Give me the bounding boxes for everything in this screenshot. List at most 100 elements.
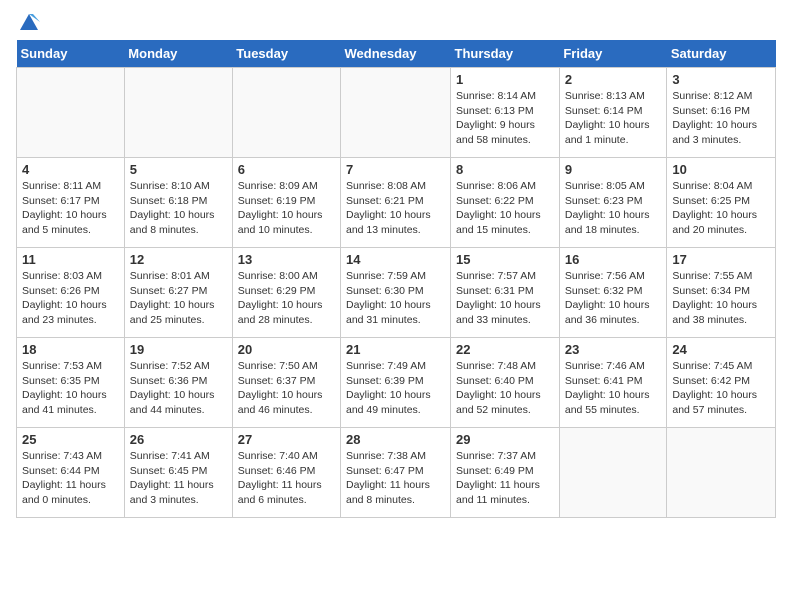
- col-header-monday: Monday: [124, 40, 232, 68]
- day-number: 4: [22, 162, 119, 177]
- day-info: Sunrise: 8:09 AMSunset: 6:19 PMDaylight:…: [238, 179, 335, 238]
- day-number: 9: [565, 162, 662, 177]
- day-info: Sunrise: 8:01 AMSunset: 6:27 PMDaylight:…: [130, 269, 227, 328]
- day-number: 28: [346, 432, 445, 447]
- day-cell: 15 Sunrise: 7:57 AMSunset: 6:31 PMDayligh…: [451, 248, 560, 338]
- week-row-4: 18 Sunrise: 7:53 AMSunset: 6:35 PMDayligh…: [17, 338, 776, 428]
- day-cell: [667, 428, 776, 518]
- day-cell: [341, 68, 451, 158]
- day-info: Sunrise: 8:03 AMSunset: 6:26 PMDaylight:…: [22, 269, 119, 328]
- week-row-1: 1 Sunrise: 8:14 AMSunset: 6:13 PMDaylight…: [17, 68, 776, 158]
- day-number: 1: [456, 72, 554, 87]
- day-cell: 17 Sunrise: 7:55 AMSunset: 6:34 PMDayligh…: [667, 248, 776, 338]
- day-cell: 12 Sunrise: 8:01 AMSunset: 6:27 PMDayligh…: [124, 248, 232, 338]
- day-number: 25: [22, 432, 119, 447]
- day-info: Sunrise: 8:10 AMSunset: 6:18 PMDaylight:…: [130, 179, 227, 238]
- day-cell: 28 Sunrise: 7:38 AMSunset: 6:47 PMDayligh…: [341, 428, 451, 518]
- day-number: 3: [672, 72, 770, 87]
- day-number: 2: [565, 72, 662, 87]
- day-info: Sunrise: 7:52 AMSunset: 6:36 PMDaylight:…: [130, 359, 227, 418]
- day-cell: 1 Sunrise: 8:14 AMSunset: 6:13 PMDaylight…: [451, 68, 560, 158]
- day-number: 15: [456, 252, 554, 267]
- day-number: 8: [456, 162, 554, 177]
- day-cell: 2 Sunrise: 8:13 AMSunset: 6:14 PMDaylight…: [559, 68, 667, 158]
- day-cell: 24 Sunrise: 7:45 AMSunset: 6:42 PMDayligh…: [667, 338, 776, 428]
- logo-icon: [18, 12, 40, 34]
- day-number: 12: [130, 252, 227, 267]
- day-number: 27: [238, 432, 335, 447]
- day-info: Sunrise: 8:11 AMSunset: 6:17 PMDaylight:…: [22, 179, 119, 238]
- calendar-table: SundayMondayTuesdayWednesdayThursdayFrid…: [16, 40, 776, 518]
- day-info: Sunrise: 8:08 AMSunset: 6:21 PMDaylight:…: [346, 179, 445, 238]
- day-info: Sunrise: 7:56 AMSunset: 6:32 PMDaylight:…: [565, 269, 662, 328]
- day-cell: 26Sunrise: 7:41 AMSunset: 6:45 PMDayligh…: [124, 428, 232, 518]
- col-header-tuesday: Tuesday: [232, 40, 340, 68]
- day-info: Sunrise: 8:04 AMSunset: 6:25 PMDaylight:…: [672, 179, 770, 238]
- day-info: Sunrise: 7:48 AMSunset: 6:40 PMDaylight:…: [456, 359, 554, 418]
- day-info: Sunrise: 7:45 AMSunset: 6:42 PMDaylight:…: [672, 359, 770, 418]
- day-info: Sunrise: 8:12 AMSunset: 6:16 PMDaylight:…: [672, 89, 770, 148]
- day-cell: 7 Sunrise: 8:08 AMSunset: 6:21 PMDaylight…: [341, 158, 451, 248]
- day-cell: 19 Sunrise: 7:52 AMSunset: 6:36 PMDayligh…: [124, 338, 232, 428]
- day-cell: [17, 68, 125, 158]
- day-number: 24: [672, 342, 770, 357]
- day-info: Sunrise: 7:38 AMSunset: 6:47 PMDaylight:…: [346, 449, 445, 508]
- week-row-2: 4 Sunrise: 8:11 AMSunset: 6:17 PMDaylight…: [17, 158, 776, 248]
- col-header-thursday: Thursday: [451, 40, 560, 68]
- day-cell: 18 Sunrise: 7:53 AMSunset: 6:35 PMDayligh…: [17, 338, 125, 428]
- day-info: Sunrise: 7:37 AMSunset: 6:49 PMDaylight:…: [456, 449, 554, 508]
- col-header-saturday: Saturday: [667, 40, 776, 68]
- day-info: Sunrise: 7:53 AMSunset: 6:35 PMDaylight:…: [22, 359, 119, 418]
- day-info: Sunrise: 7:55 AMSunset: 6:34 PMDaylight:…: [672, 269, 770, 328]
- day-number: 14: [346, 252, 445, 267]
- day-cell: 11 Sunrise: 8:03 AMSunset: 6:26 PMDayligh…: [17, 248, 125, 338]
- day-number: 7: [346, 162, 445, 177]
- col-header-friday: Friday: [559, 40, 667, 68]
- day-number: 10: [672, 162, 770, 177]
- day-info: Sunrise: 8:14 AMSunset: 6:13 PMDaylight:…: [456, 89, 554, 148]
- day-info: Sunrise: 8:00 AMSunset: 6:29 PMDaylight:…: [238, 269, 335, 328]
- logo: [16, 16, 40, 30]
- day-cell: 8Sunrise: 8:06 AMSunset: 6:22 PMDaylight…: [451, 158, 560, 248]
- day-cell: 25 Sunrise: 7:43 AMSunset: 6:44 PMDayligh…: [17, 428, 125, 518]
- day-number: 21: [346, 342, 445, 357]
- day-number: 20: [238, 342, 335, 357]
- day-cell: [124, 68, 232, 158]
- day-number: 17: [672, 252, 770, 267]
- page-header: [16, 16, 776, 30]
- day-number: 18: [22, 342, 119, 357]
- day-cell: [232, 68, 340, 158]
- day-number: 22: [456, 342, 554, 357]
- day-cell: 27 Sunrise: 7:40 AMSunset: 6:46 PMDayligh…: [232, 428, 340, 518]
- day-cell: 29 Sunrise: 7:37 AMSunset: 6:49 PMDayligh…: [451, 428, 560, 518]
- day-cell: [559, 428, 667, 518]
- day-cell: 5 Sunrise: 8:10 AMSunset: 6:18 PMDaylight…: [124, 158, 232, 248]
- week-row-3: 11 Sunrise: 8:03 AMSunset: 6:26 PMDayligh…: [17, 248, 776, 338]
- day-cell: 20 Sunrise: 7:50 AMSunset: 6:37 PMDayligh…: [232, 338, 340, 428]
- day-info: Sunrise: 7:50 AMSunset: 6:37 PMDaylight:…: [238, 359, 335, 418]
- day-info: Sunrise: 8:13 AMSunset: 6:14 PMDaylight:…: [565, 89, 662, 148]
- day-cell: 9Sunrise: 8:05 AMSunset: 6:23 PMDaylight…: [559, 158, 667, 248]
- day-cell: 4 Sunrise: 8:11 AMSunset: 6:17 PMDaylight…: [17, 158, 125, 248]
- day-info: Sunrise: 7:57 AMSunset: 6:31 PMDaylight:…: [456, 269, 554, 328]
- col-header-wednesday: Wednesday: [341, 40, 451, 68]
- day-cell: 22 Sunrise: 7:48 AMSunset: 6:40 PMDayligh…: [451, 338, 560, 428]
- day-cell: 23Sunrise: 7:46 AMSunset: 6:41 PMDayligh…: [559, 338, 667, 428]
- day-number: 19: [130, 342, 227, 357]
- day-info: Sunrise: 7:43 AMSunset: 6:44 PMDaylight:…: [22, 449, 119, 508]
- day-number: 26: [130, 432, 227, 447]
- day-cell: 3 Sunrise: 8:12 AMSunset: 6:16 PMDaylight…: [667, 68, 776, 158]
- day-info: Sunrise: 7:59 AMSunset: 6:30 PMDaylight:…: [346, 269, 445, 328]
- day-number: 16: [565, 252, 662, 267]
- day-cell: 14 Sunrise: 7:59 AMSunset: 6:30 PMDayligh…: [341, 248, 451, 338]
- day-cell: 13Sunrise: 8:00 AMSunset: 6:29 PMDayligh…: [232, 248, 340, 338]
- day-cell: 10 Sunrise: 8:04 AMSunset: 6:25 PMDayligh…: [667, 158, 776, 248]
- day-number: 6: [238, 162, 335, 177]
- day-number: 5: [130, 162, 227, 177]
- week-row-5: 25 Sunrise: 7:43 AMSunset: 6:44 PMDayligh…: [17, 428, 776, 518]
- day-info: Sunrise: 7:40 AMSunset: 6:46 PMDaylight:…: [238, 449, 335, 508]
- day-number: 11: [22, 252, 119, 267]
- day-info: Sunrise: 7:49 AMSunset: 6:39 PMDaylight:…: [346, 359, 445, 418]
- day-number: 29: [456, 432, 554, 447]
- day-cell: 21 Sunrise: 7:49 AMSunset: 6:39 PMDayligh…: [341, 338, 451, 428]
